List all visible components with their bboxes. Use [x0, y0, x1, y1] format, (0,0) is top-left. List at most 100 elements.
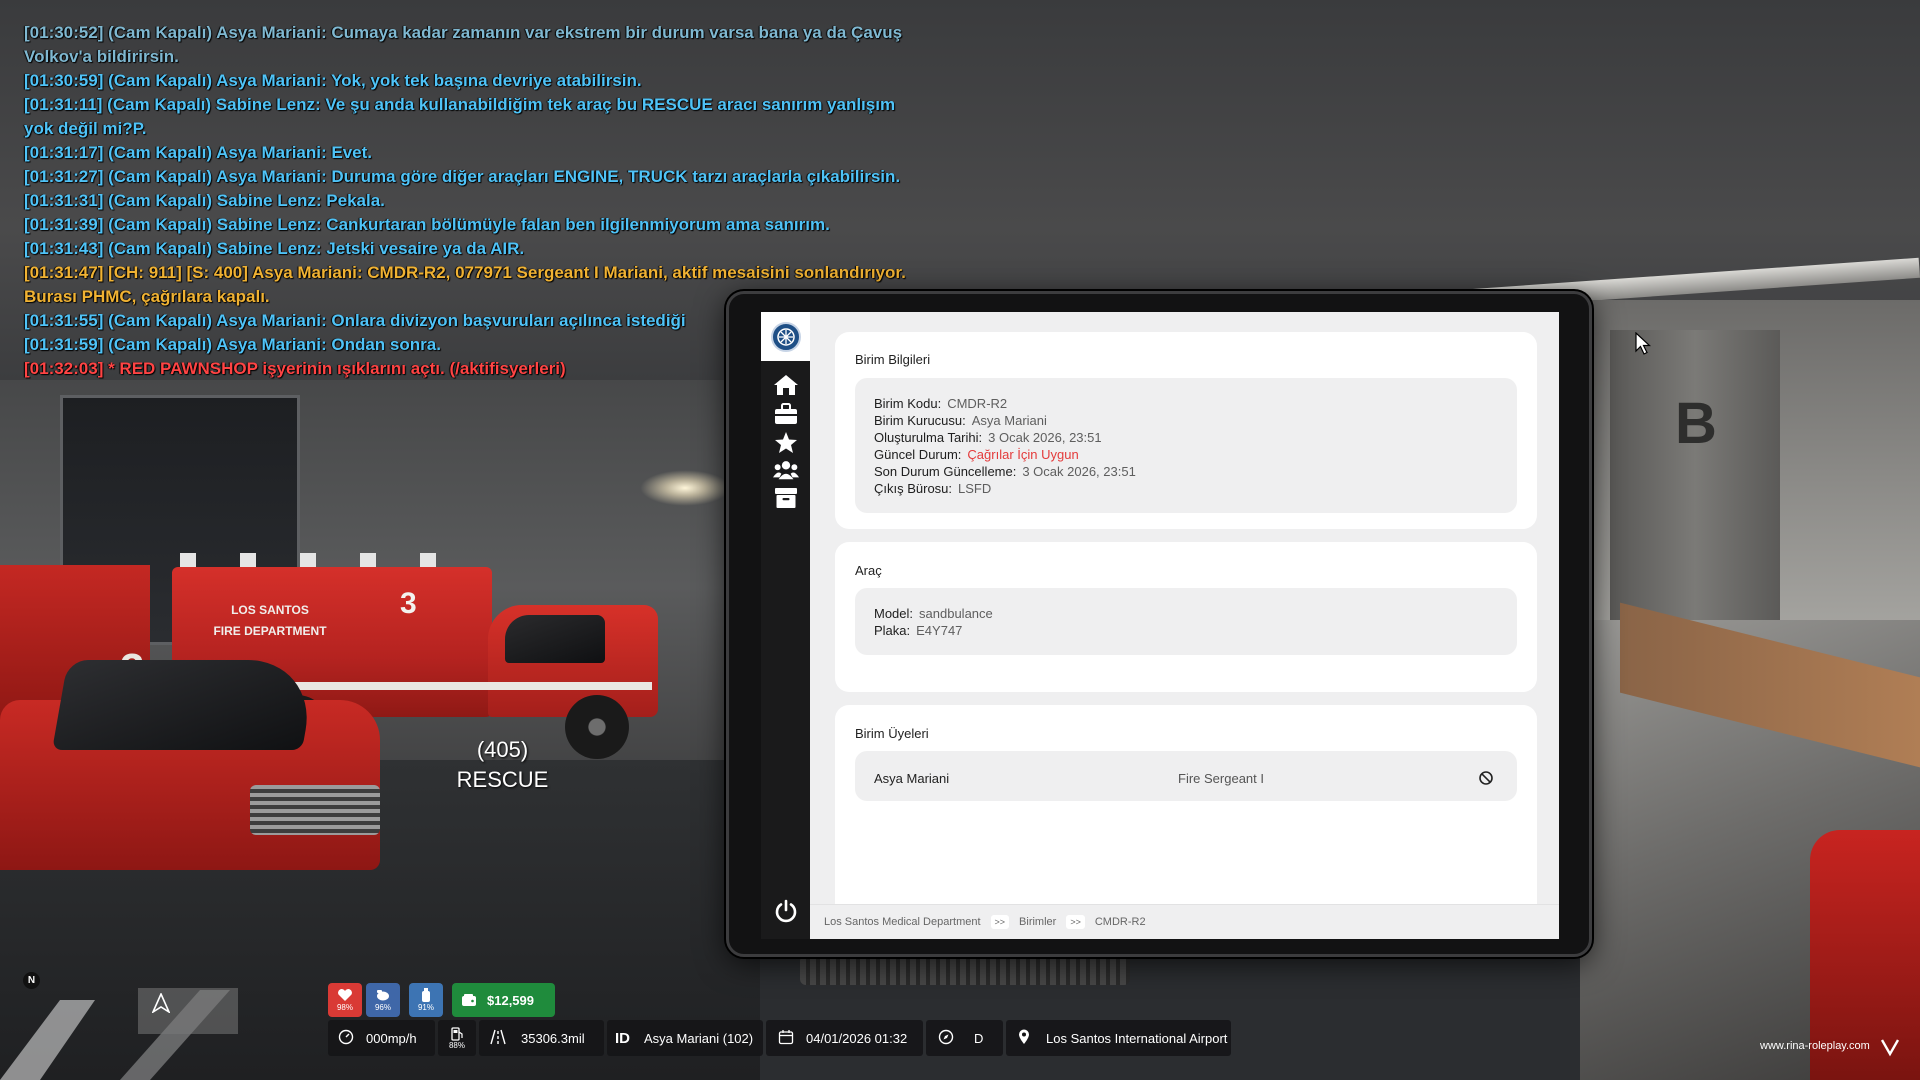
player-name-value: Asya Mariani (102): [644, 1030, 754, 1046]
chat-line: [01:31:11] (Cam Kapalı) Sabine Lenz: Ve …: [24, 95, 896, 114]
chat-line: [01:30:59] (Cam Kapalı) Asya Mariani: Yo…: [24, 71, 642, 90]
road-icon: [489, 1029, 507, 1048]
compass-icon: [938, 1029, 954, 1048]
odometer-value: 35306.3mil: [521, 1030, 585, 1046]
server-watermark: www.rina-roleplay.com: [1760, 1040, 1870, 1052]
vehicle-panel: Model: sandbulance Plaka: E4Y747: [855, 588, 1517, 655]
chat-line: [01:31:17] (Cam Kapalı) Asya Mariani: Ev…: [24, 143, 372, 162]
vehicle-card: Araç Model: sandbulance Plaka: E4Y747: [835, 542, 1537, 692]
fuel-pump-icon: [451, 1026, 463, 1041]
chat-line: Volkov'a bildirirsin.: [24, 47, 179, 66]
chat-line: [01:30:52] (Cam Kapalı) Asya Mariani: Cu…: [24, 23, 903, 42]
location-display: Los Santos International Airport: [1006, 1020, 1231, 1056]
unit-code-value: CMDR-R2: [947, 396, 1008, 411]
unit-code-label: Birim Kodu:: [874, 396, 942, 411]
vehicle-model-value: sandbulance: [919, 606, 993, 621]
vehicle-plate-label: Plaka:: [874, 623, 911, 638]
vehicle-nametag: (405) RESCUE: [450, 735, 555, 795]
hunger-indicator: 96%: [366, 983, 400, 1017]
vehicle-id: (405): [476, 737, 529, 762]
pillar-letter: B: [1675, 391, 1717, 456]
speedometer-icon: [338, 1029, 354, 1048]
vehicle-model-row: Model: sandbulance: [874, 606, 993, 622]
id-badge-icon: ID: [615, 1029, 630, 1047]
health-indicator: 98%: [328, 983, 362, 1017]
ambulance-livery-text: LOS SANTOS FIRE DEPARTMENT: [213, 603, 327, 638]
datetime-display: 04/01/2026 01:32: [766, 1020, 923, 1056]
breadcrumb-separator: >>: [1066, 915, 1085, 929]
food-icon: [377, 990, 389, 1001]
mdt-tablet: Birim Bilgileri Birim Kodu: CMDR-R2 Birim…: [726, 291, 1592, 957]
heart-icon: [338, 989, 352, 1001]
unit-bureau-label: Çıkış Bürosu:: [874, 481, 953, 496]
unit-code-row: Birim Kodu: CMDR-R2: [874, 396, 1007, 412]
speed-display: 000mp/h: [328, 1020, 435, 1056]
calendar-icon: [778, 1029, 794, 1048]
vehicle-name: RESCUE: [456, 767, 549, 792]
home-icon[interactable]: [773, 372, 799, 398]
thirst-indicator: 91%: [409, 983, 443, 1017]
location-pin-icon: [1018, 1029, 1030, 1048]
remove-member-icon[interactable]: [1477, 769, 1495, 787]
hunger-value: 96%: [374, 1003, 391, 1012]
ambulance-wheel: [565, 695, 629, 759]
ambulance-window: [505, 615, 605, 663]
server-logo-icon: [1880, 1037, 1900, 1062]
unit-info-panel: Birim Kodu: CMDR-R2 Birim Kurucusu: Asya M…: [855, 378, 1517, 513]
mouse-cursor-icon: [1635, 331, 1652, 361]
wallet-icon: [462, 994, 476, 1006]
unit-last-update-row: Son Durum Güncelleme: 3 Ocak 2026, 23:51: [874, 464, 1136, 480]
garage-pillar: [1610, 330, 1780, 650]
star-icon[interactable]: [773, 429, 799, 455]
breadcrumb-separator: >>: [990, 915, 1010, 929]
chat-line: [01:31:43] (Cam Kapalı) Sabine Lenz: Jet…: [24, 239, 525, 258]
breadcrumb-item: CMDR-R2: [1094, 916, 1146, 928]
ambulance-number: 3: [400, 587, 417, 620]
bottle-icon: [422, 988, 430, 1002]
tablet-sidebar: [761, 312, 810, 939]
briefcase-icon[interactable]: [773, 401, 799, 427]
power-icon[interactable]: [773, 898, 799, 924]
fire-car: [0, 640, 400, 920]
minimap: [0, 960, 330, 1080]
money-display: $12,599: [452, 983, 555, 1017]
chat-line: yok değil mi?P.: [24, 119, 147, 138]
member-name: Asya Mariani: [874, 771, 950, 786]
unit-members-card: Birim Üyeleri Asya Mariani Fire Sergeant…: [835, 705, 1537, 904]
ambulance-lights: [180, 553, 480, 567]
tablet-screen: Birim Bilgileri Birim Kodu: CMDR-R2 Birim…: [761, 312, 1559, 939]
vehicle-model-label: Model:: [874, 606, 914, 621]
chat-line: [01:31:27] (Cam Kapalı) Asya Mariani: Du…: [24, 167, 901, 186]
fuel-display: 88%: [438, 1020, 476, 1056]
health-value: 98%: [336, 1003, 353, 1012]
odometer-display: 35306.3mil: [479, 1020, 604, 1056]
chat-line: [01:31:47] [CH: 911] [S: 400] Asya Maria…: [24, 263, 906, 282]
player-id-display: ID Asya Mariani (102): [607, 1020, 763, 1056]
compass-north: N: [23, 972, 40, 989]
archive-icon[interactable]: [773, 485, 799, 511]
users-icon[interactable]: [773, 457, 799, 483]
breadcrumb-item[interactable]: Birimler: [1019, 916, 1056, 928]
fire-car-windshield: [52, 660, 318, 750]
unit-info-title: Birim Bilgileri: [855, 352, 931, 367]
department-logo-icon[interactable]: [761, 312, 810, 361]
gear-display: D: [926, 1020, 1003, 1056]
money-value: $12,599: [487, 992, 534, 1008]
chat-line: [01:31:39] (Cam Kapalı) Sabine Lenz: Can…: [24, 215, 830, 234]
vehicle-plate-value: E4Y747: [916, 623, 963, 638]
map-arrow-icon: [151, 992, 171, 1018]
unit-last-update-label: Son Durum Güncelleme:: [874, 464, 1017, 479]
tablet-content: Birim Bilgileri Birim Kodu: CMDR-R2 Birim…: [810, 312, 1559, 904]
datetime-value: 04/01/2026 01:32: [806, 1030, 908, 1046]
unit-status-value: Çağrılar İçin Uygun: [967, 447, 1079, 462]
chat-line: [01:31:31] (Cam Kapalı) Sabine Lenz: Pek…: [24, 191, 385, 210]
unit-bureau-value: LSFD: [958, 481, 992, 496]
member-row[interactable]: Asya Mariani Fire Sergeant I: [855, 751, 1517, 801]
unit-bureau-row: Çıkış Bürosu: LSFD: [874, 481, 991, 497]
unit-founder-label: Birim Kurucusu:: [874, 413, 966, 428]
unit-created-label: Oluşturulma Tarihi:: [874, 430, 983, 445]
breadcrumb-item[interactable]: Los Santos Medical Department: [824, 916, 981, 928]
vehicle-title: Araç: [855, 563, 882, 578]
breadcrumb: Los Santos Medical Department >> Birimle…: [810, 904, 1559, 939]
unit-info-card: Birim Bilgileri Birim Kodu: CMDR-R2 Birim…: [835, 332, 1537, 529]
